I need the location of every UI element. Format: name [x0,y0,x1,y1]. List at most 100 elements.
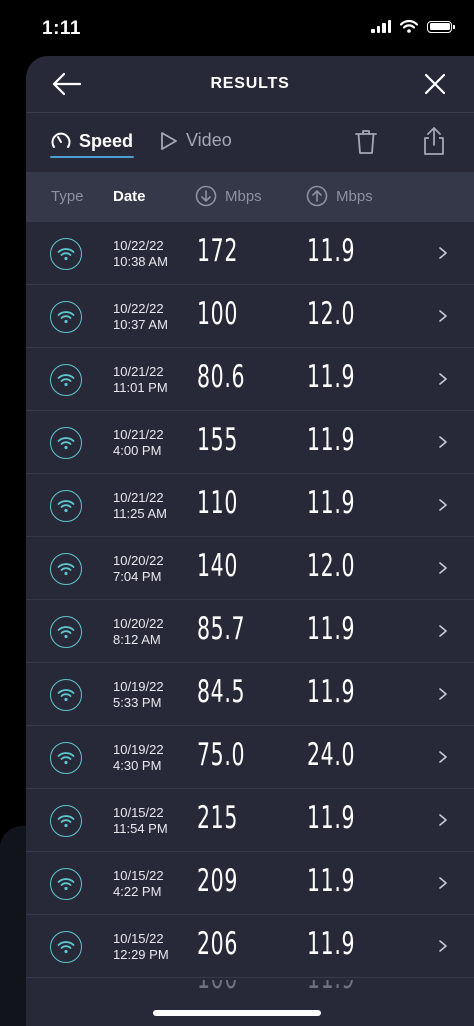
result-time: 4:30 PM [113,758,162,773]
active-tab-indicator [50,156,134,158]
speedometer-icon [51,132,71,148]
result-upload-speed: 12.0 [307,548,356,584]
partial-row: 100 11.9 [26,980,474,1026]
column-type[interactable]: Type [51,188,84,205]
result-upload-speed: 12.0 [307,296,356,332]
result-datetime: 10/21/22 11:25 AM [113,490,167,522]
column-upload[interactable]: Mbps [306,185,373,207]
column-date-label: Date [113,188,146,205]
wifi-icon [50,805,82,837]
result-datetime: 10/15/22 12:29 PM [113,931,169,963]
result-upload-speed: 11.9 [307,863,356,899]
result-date: 10/21/22 [113,427,164,442]
close-icon[interactable] [422,71,448,97]
battery-icon [427,20,455,33]
result-date: 10/15/22 [113,868,164,883]
result-time: 10:38 AM [113,254,168,269]
result-download-speed: 75.0 [197,737,246,773]
result-date: 10/21/22 [113,490,164,505]
share-icon[interactable] [422,126,446,156]
result-row[interactable]: 10/21/22 4:00 PM 155 11.9 [26,411,474,474]
result-upload-speed: 11.9 [307,233,356,269]
result-download-speed: 80.6 [197,359,246,395]
results-panel: RESULTS Speed Video Type Date Mbps Mbps … [26,56,474,1026]
result-time: 12:29 PM [113,947,169,962]
result-upload-speed: 11.9 [307,674,356,710]
wifi-icon [50,931,82,963]
status-time: 1:11 [42,18,81,39]
result-download-speed: 140 [197,548,239,584]
result-time: 8:12 AM [113,632,161,647]
result-date: 10/22/22 [113,301,164,316]
column-type-label: Type [51,188,84,205]
result-download-speed: 215 [197,800,239,836]
column-download[interactable]: Mbps [195,185,262,207]
wifi-icon [50,679,82,711]
result-download-speed: 155 [197,422,239,458]
result-datetime: 10/22/22 10:38 AM [113,238,168,270]
column-download-label: Mbps [225,187,262,205]
result-upload-speed: 11.9 [307,926,356,962]
result-row[interactable]: 10/19/22 4:30 PM 75.0 24.0 [26,726,474,789]
result-upload-speed: 11.9 [307,611,356,647]
result-download-speed: 209 [197,863,239,899]
result-datetime: 10/19/22 4:30 PM [113,742,164,774]
result-row[interactable]: 10/15/22 4:22 PM 209 11.9 [26,852,474,915]
tab-video[interactable]: Video [160,130,232,151]
result-time: 11:25 AM [113,506,167,521]
result-date: 10/15/22 [113,805,164,820]
tab-speed-label: Speed [79,130,134,151]
chevron-right-icon [439,751,447,763]
result-download-speed: 85.7 [197,611,246,647]
result-row[interactable]: 10/15/22 12:29 PM 206 11.9 [26,915,474,978]
result-download-speed: 110 [197,485,239,521]
result-time: 11:01 PM [113,380,168,395]
result-upload-speed: 11.9 [307,800,356,836]
download-arrow-icon [195,185,217,207]
wifi-status-icon [400,20,418,33]
column-date[interactable]: Date [113,188,146,205]
chevron-right-icon [439,247,447,259]
result-time: 5:33 PM [113,695,162,710]
page-title: RESULTS [210,75,290,92]
result-download-speed: 172 [197,233,239,269]
result-time: 11:54 PM [113,821,168,836]
result-date: 10/15/22 [113,931,164,946]
wifi-icon [50,553,82,585]
result-datetime: 10/15/22 4:22 PM [113,868,164,900]
result-upload-speed: 24.0 [307,737,356,773]
result-time: 4:00 PM [113,443,162,458]
result-download-speed: 206 [197,926,239,962]
wifi-icon [50,427,82,459]
chevron-right-icon [439,562,447,574]
tab-speed[interactable]: Speed [50,130,133,152]
status-icons [371,20,455,33]
trash-icon[interactable] [354,128,378,156]
home-indicator[interactable] [153,1010,321,1016]
result-row[interactable]: 10/15/22 11:54 PM 215 11.9 [26,789,474,852]
result-row[interactable]: 10/20/22 7:04 PM 140 12.0 [26,537,474,600]
result-datetime: 10/21/22 11:01 PM [113,364,168,396]
result-upload-speed: 11.9 [307,422,356,458]
chevron-right-icon [439,499,447,511]
result-row[interactable]: 10/22/22 10:37 AM 100 12.0 [26,285,474,348]
chevron-right-icon [439,436,447,448]
result-time: 7:04 PM [113,569,162,584]
result-row[interactable]: 10/22/22 10:38 AM 172 11.9 [26,222,474,285]
result-datetime: 10/20/22 7:04 PM [113,553,164,585]
result-row[interactable]: 10/21/22 11:25 AM 110 11.9 [26,474,474,537]
wifi-icon [50,364,82,396]
result-row[interactable]: 10/19/22 5:33 PM 84.5 11.9 [26,663,474,726]
result-date: 10/20/22 [113,616,164,631]
result-row[interactable]: 10/20/22 8:12 AM 85.7 11.9 [26,600,474,663]
upload-arrow-icon [306,185,328,207]
result-upload-speed: 11.9 [307,359,356,395]
partial-row-upload: 11.9 [307,980,355,996]
result-row[interactable]: 10/21/22 11:01 PM 80.6 11.9 [26,348,474,411]
partial-row-download: 100 [197,980,238,996]
result-date: 10/19/22 [113,742,164,757]
result-date: 10/22/22 [113,238,164,253]
result-datetime: 10/21/22 4:00 PM [113,427,164,459]
chevron-right-icon [439,877,447,889]
chevron-right-icon [439,814,447,826]
